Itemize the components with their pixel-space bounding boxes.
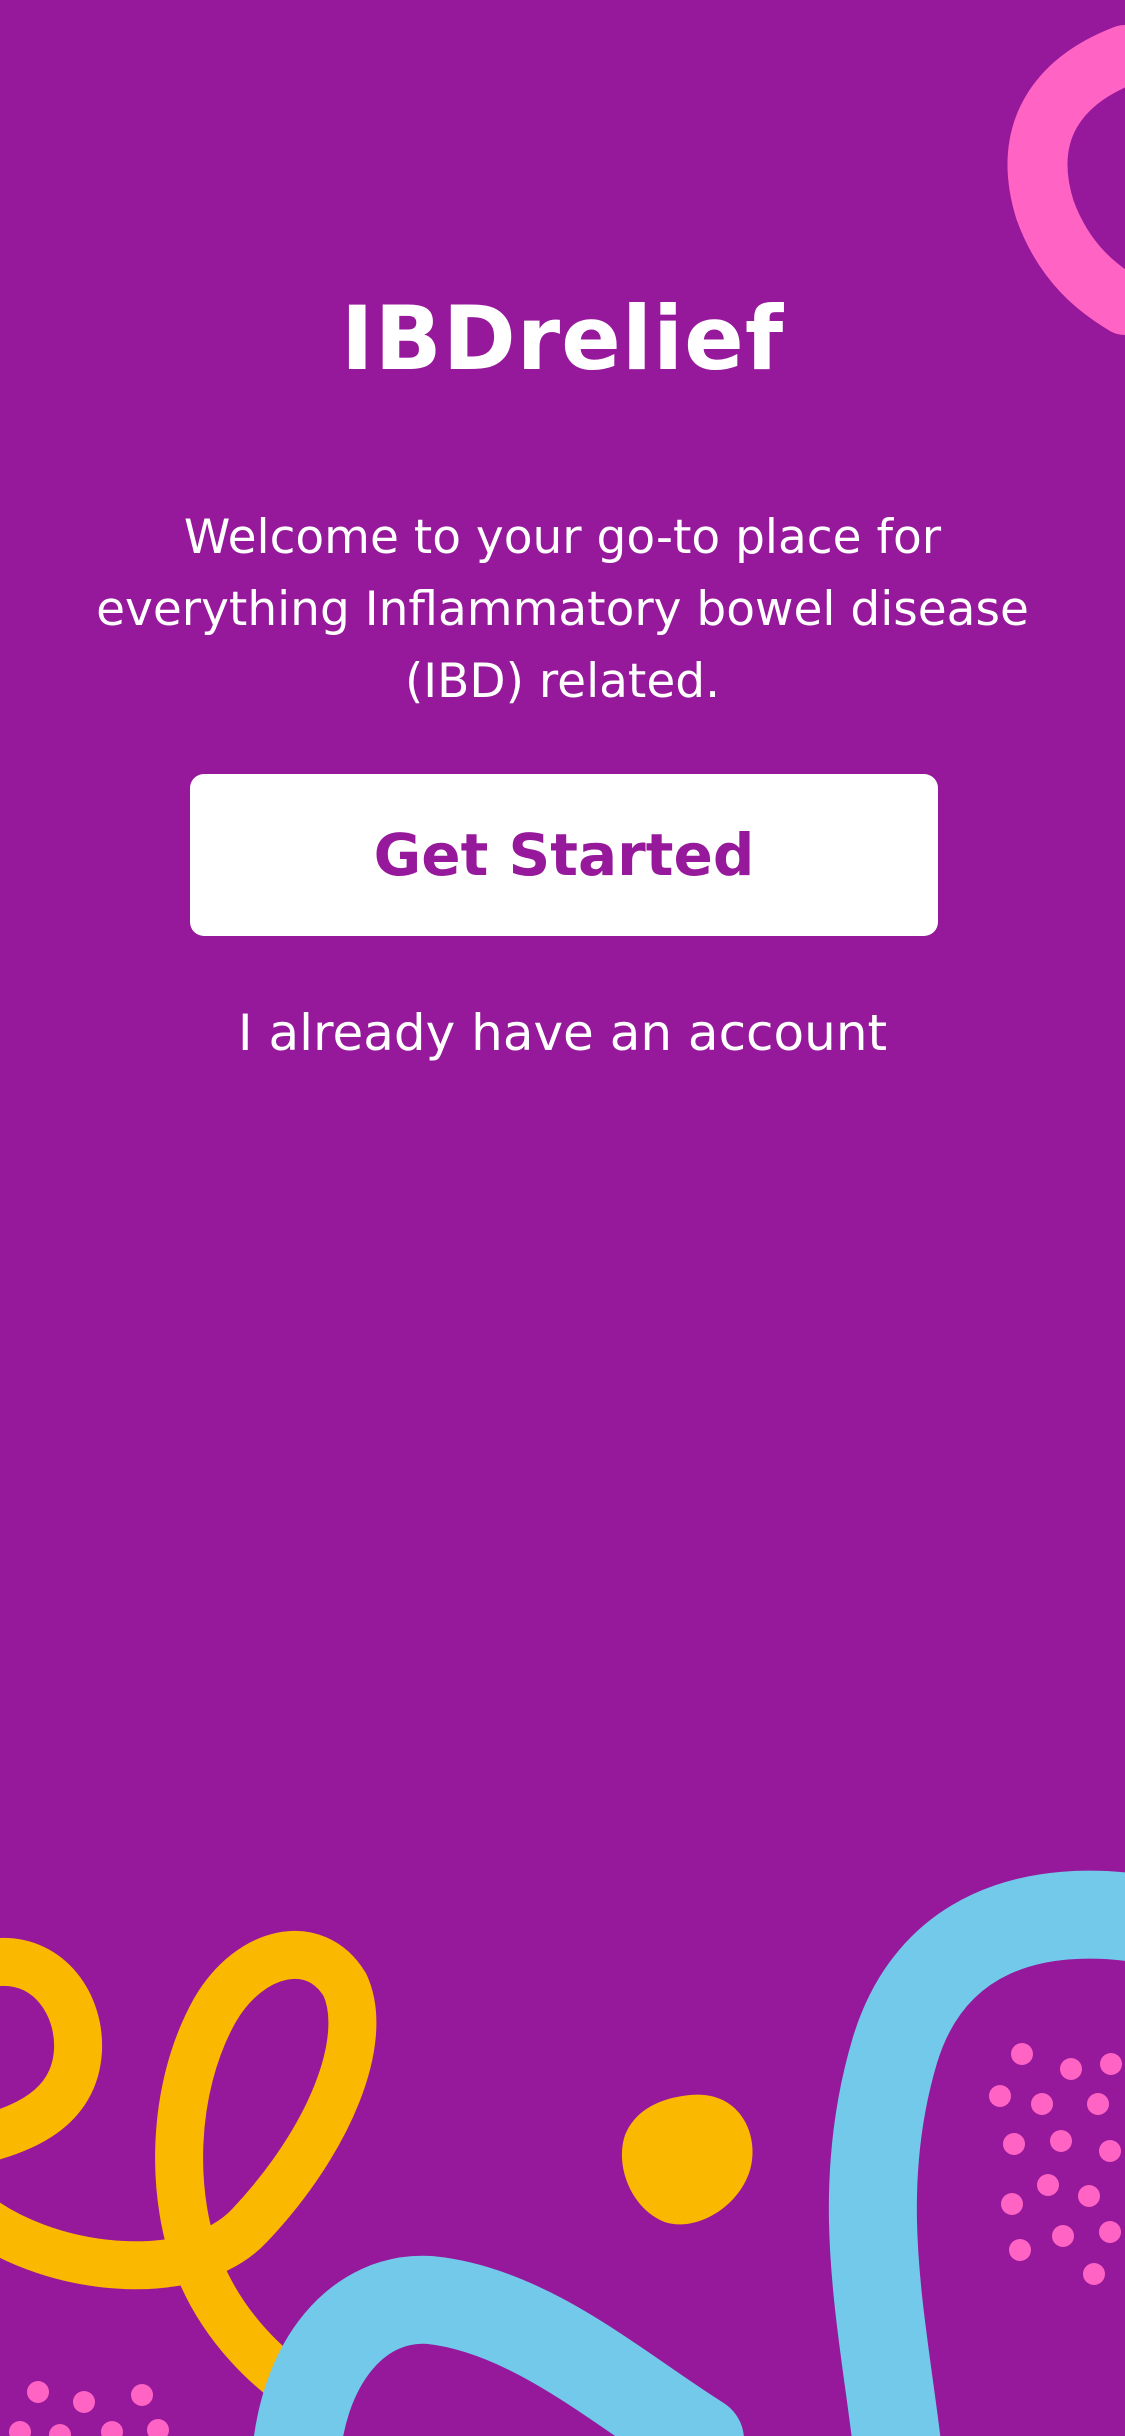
welcome-message: Welcome to your go-to place for everythi… — [96, 510, 1029, 709]
app-title: IBDrelief — [340, 287, 785, 390]
pink-dots-pattern — [9, 2043, 1122, 2436]
pink-loop-shape — [1007, 25, 1125, 335]
welcome-screen: IBDrelief Welcome to your go-to place fo… — [0, 0, 1125, 2436]
yellow-loop-shape — [0, 1930, 377, 2414]
yellow-blob-shape — [621, 2094, 753, 2225]
blue-wave-shape — [254, 1870, 1125, 2436]
get-started-button[interactable]: Get Started — [190, 774, 938, 936]
existing-account-link[interactable]: I already have an account — [0, 1000, 1125, 1066]
yellow-squiggle-shape — [0, 1938, 103, 2160]
